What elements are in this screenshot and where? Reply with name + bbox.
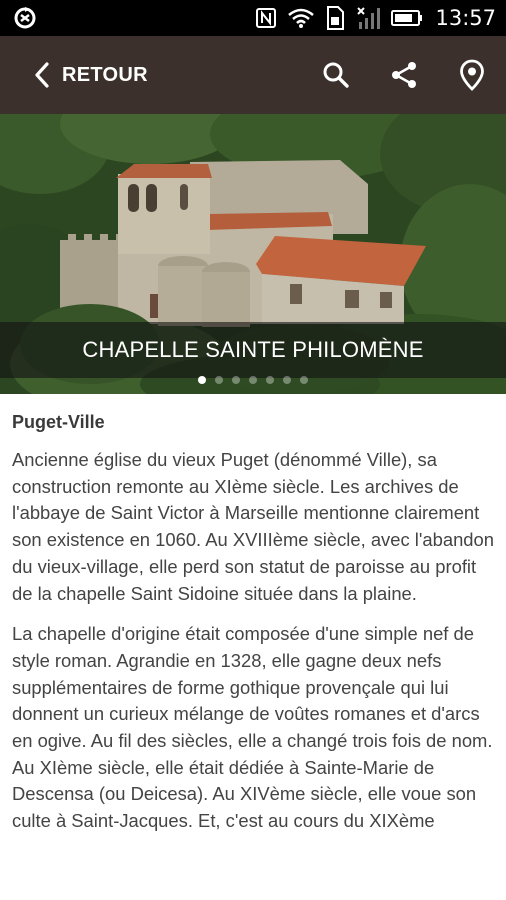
pager-dot[interactable]: [198, 376, 206, 384]
pager-dot[interactable]: [300, 376, 308, 384]
search-button[interactable]: [320, 59, 352, 91]
content: Puget-Ville Ancienne église du vieux Pug…: [12, 412, 496, 849]
hero-caption: CHAPELLE SAINTE PHILOMÈNE: [0, 322, 506, 378]
hero-title: CHAPELLE SAINTE PHILOMÈNE: [82, 337, 424, 362]
pager-dot[interactable]: [266, 376, 274, 384]
back-button[interactable]: RETOUR: [34, 61, 148, 89]
sim-icon: [325, 5, 345, 31]
sync-icon: [12, 5, 38, 31]
search-icon: [323, 62, 349, 88]
wifi-icon: [287, 7, 315, 29]
share-icon: [392, 62, 416, 88]
map-pin-button[interactable]: [456, 59, 488, 91]
status-bar: 13:57: [0, 0, 506, 36]
pager-dot[interactable]: [249, 376, 257, 384]
map-pin-icon: [460, 59, 484, 91]
battery-icon: [391, 9, 423, 27]
nfc-icon: [255, 7, 277, 29]
pager-dots: [0, 374, 506, 386]
action-bar: RETOUR: [0, 36, 506, 114]
signal-icon: [355, 6, 381, 30]
pager-dot[interactable]: [215, 376, 223, 384]
hero-image[interactable]: CHAPELLE SAINTE PHILOMÈNE: [0, 114, 506, 394]
pager-dot[interactable]: [232, 376, 240, 384]
status-time: 13:57: [435, 6, 496, 30]
place-name: Puget-Ville: [12, 412, 105, 432]
description-paragraph: Ancienne église du vieux Puget (dénommé …: [12, 449, 494, 604]
chevron-left-icon: [34, 61, 50, 89]
description-paragraph: La chapelle d'origine était composée d'u…: [12, 623, 493, 832]
back-label: RETOUR: [62, 63, 148, 86]
share-button[interactable]: [388, 59, 420, 91]
pager-dot[interactable]: [283, 376, 291, 384]
